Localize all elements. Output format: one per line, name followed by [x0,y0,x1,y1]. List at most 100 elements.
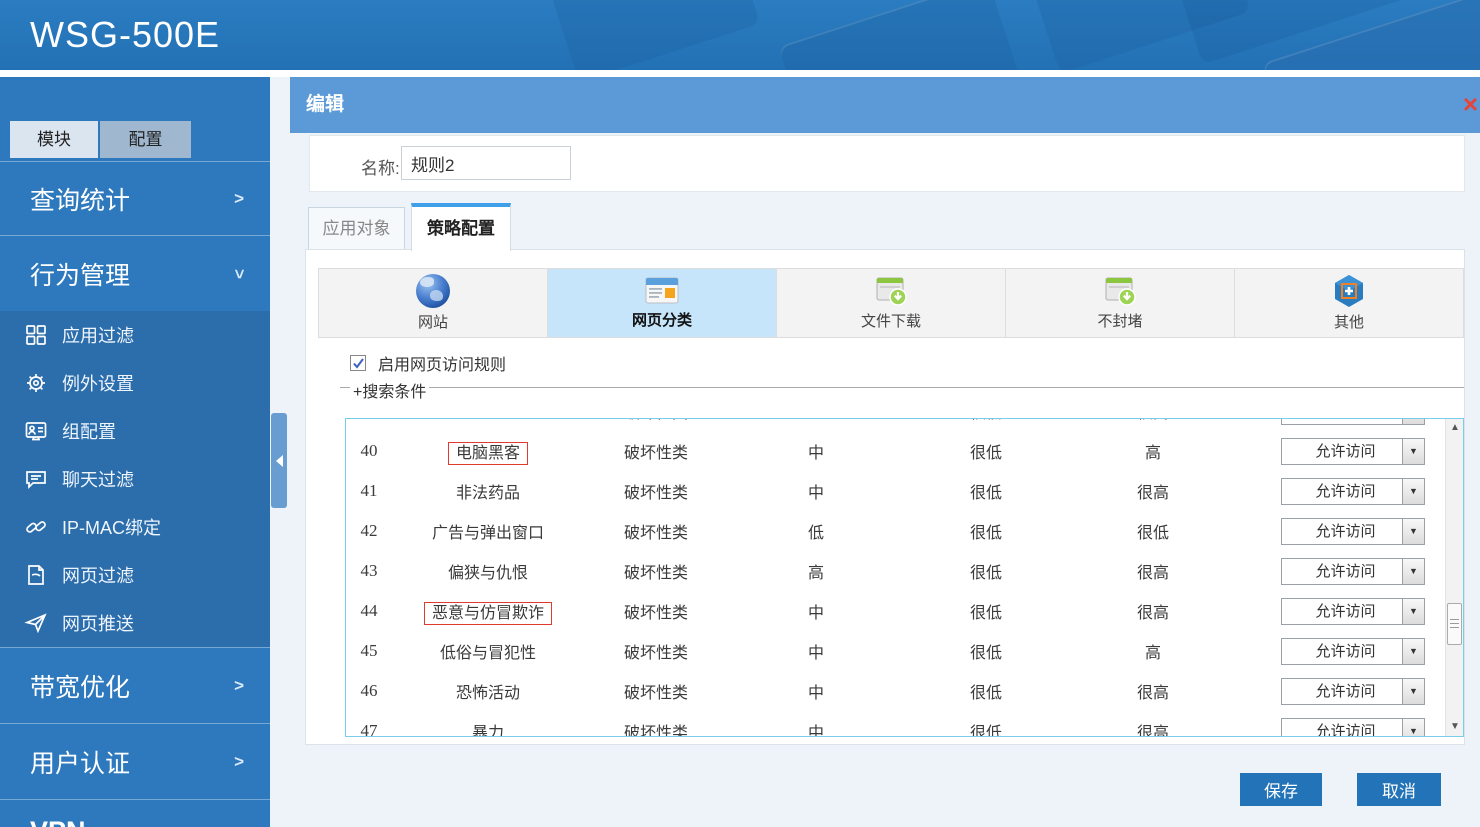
top-banner: WSG-500E [0,0,1480,70]
dropdown-arrow-icon: ▼ [1402,638,1424,664]
sidebar-item-group-config[interactable]: 组配置 [0,407,270,455]
table-row: 43 偏狭与仇恨 破坏性类 高 很低 很高 允许访问 ▼ [346,551,1445,591]
grid-icon [26,325,46,345]
chat-icon [26,471,46,490]
action-dropdown[interactable]: 允许访问▼ [1281,597,1425,625]
table-row: 42 广告与弹出窗口 破坏性类 低 很低 很低 允许访问 ▼ [346,511,1445,551]
icon-tab-no-block[interactable]: 不封堵 [1006,269,1235,337]
send-icon [24,613,47,634]
search-conditions-legend[interactable]: +搜索条件 [350,378,430,402]
globe-icon [416,274,450,308]
id-card-icon [25,422,47,441]
enable-rule-row: 启用网页访问规则 [350,353,507,374]
action-dropdown[interactable]: 允许访问▼ [1281,437,1425,465]
scrollbar-thumb[interactable] [1447,603,1462,645]
enable-rule-checkbox[interactable] [350,355,366,371]
dropdown-arrow-icon: ▼ [1402,598,1424,624]
page-icon [28,565,44,585]
sidebar-item-web-push[interactable]: 网页推送 [0,599,270,647]
enable-rule-label: 启用网页访问规则 [378,357,507,374]
action-dropdown[interactable]: 允许访问▼ [1281,517,1425,545]
category-name-highlighted: 恶意与仿冒欺诈 [423,602,552,625]
dropdown-arrow-icon: ▼ [1402,419,1424,424]
table-row: 47 暴力 破坏性类 中 很低 很高 允许访问 ▼ [346,711,1445,737]
edit-dialog-header: 编辑 × [290,77,1480,133]
table-row: 46 恐怖活动 破坏性类 中 很低 很高 允许访问 ▼ [346,671,1445,711]
chevron-right-icon: > [234,188,244,208]
dropdown-arrow-icon: ▼ [1402,438,1424,464]
table-rows: 破坏性类 很低 很高 允许访问▼ 40 电脑黑客 破坏性类 中 很低 高 允许访… [346,419,1445,737]
tab-module[interactable]: 模块 [10,121,98,158]
gear-icon [27,374,45,392]
icon-tab-website[interactable]: 网站 [319,269,548,337]
action-dropdown[interactable]: 允许访问▼ [1281,557,1425,585]
sidebar-group-user-auth[interactable]: 用户认证 > [0,723,270,799]
wsg-500e-app: WSG-500E 模块 配置 查询统计 > 行为管理 > 应用过滤 例外设置 组… [0,0,1480,827]
scroll-down-icon[interactable]: ▼ [1446,718,1463,736]
dropdown-arrow-icon: ▼ [1402,518,1424,544]
fieldset-line [340,387,1464,388]
link-icon [26,521,46,533]
search-conditions-fieldset: +搜索条件 [340,376,1464,402]
icon-tab-other[interactable]: 其他 [1235,269,1463,337]
tab-config[interactable]: 配置 [100,121,191,158]
sidebar-collapse-handle[interactable] [271,413,287,508]
sidebar-item-chat-filter[interactable]: 聊天过滤 [0,455,270,503]
category-name: 非法药品 [455,485,520,502]
category-icon-tabs: 网站 网页分类 文件下载 不封堵 其他 [318,268,1464,338]
sidebar-item-app-filter[interactable]: 应用过滤 [0,311,270,359]
category-name: 恐怖活动 [455,685,520,702]
no-block-icon [1105,277,1136,306]
chevron-left-icon [275,454,283,467]
category-name-highlighted: 电脑黑客 [447,442,528,465]
dropdown-arrow-icon: ▼ [1402,678,1424,704]
chevron-right-icon: > [234,751,244,771]
action-dropdown[interactable]: 允许访问▼ [1281,637,1425,665]
save-button[interactable]: 保存 [1240,773,1322,806]
table-scrollbar[interactable]: ▲ ▼ [1445,419,1463,736]
rule-name-input[interactable] [401,146,571,180]
check-icon [353,358,364,369]
category-name: 暴力 [471,725,504,737]
scroll-up-icon[interactable]: ▲ [1446,419,1463,437]
action-dropdown[interactable]: 允许访问▼ [1281,477,1425,505]
webpage-category-icon [645,277,679,304]
category-name: 偏狭与仇恨 [447,565,528,582]
table-row: 40 电脑黑客 破坏性类 中 很低 高 允许访问 ▼ [346,431,1445,471]
category-name: 广告与弹出窗口 [431,525,544,542]
tab-apply-objects[interactable]: 应用对象 [308,207,405,250]
action-dropdown[interactable]: 允许访问▼ [1281,677,1425,705]
table-row: 41 非法药品 破坏性类 中 很低 很高 允许访问 ▼ [346,471,1445,511]
chevron-right-icon: > [234,675,244,695]
sidebar-group-vpn[interactable]: VPN [0,799,270,827]
sidebar-item-ip-mac-binding[interactable]: IP-MAC绑定 [0,503,270,551]
icon-tab-file-download[interactable]: 文件下载 [777,269,1006,337]
dropdown-arrow-icon: ▼ [1402,478,1424,504]
tab-policy-config[interactable]: 策略配置 [411,203,511,251]
category-name: 低俗与冒犯性 [439,645,536,662]
table-row: 破坏性类 很低 很高 允许访问▼ [346,419,1445,431]
name-label: 名称: [361,159,400,178]
other-hexagon-icon [1335,275,1363,307]
action-dropdown[interactable]: 允许访问▼ [1281,419,1425,425]
close-icon[interactable]: × [1463,91,1478,117]
behavior-submenu: 应用过滤 例外设置 组配置 聊天过滤 IP-MAC绑定 网页过滤 网页推送 [0,311,270,647]
dropdown-arrow-icon: ▼ [1402,718,1424,736]
sidebar-group-query-stats[interactable]: 查询统计 > [0,161,270,235]
action-dropdown[interactable]: 允许访问▼ [1281,717,1425,736]
sidebar-tabs: 模块 配置 [10,121,193,158]
file-download-icon [876,277,907,306]
cancel-button[interactable]: 取消 [1357,773,1441,806]
sidebar-group-bandwidth[interactable]: 带宽优化 > [0,647,270,723]
sidebar: 模块 配置 查询统计 > 行为管理 > 应用过滤 例外设置 组配置 聊天过滤 I… [0,77,270,827]
sidebar-group-behavior-mgmt[interactable]: 行为管理 > [0,235,270,311]
dropdown-arrow-icon: ▼ [1402,558,1424,584]
category-table: 破坏性类 很低 很高 允许访问▼ 40 电脑黑客 破坏性类 中 很低 高 允许访… [345,418,1464,737]
sidebar-item-exception-settings[interactable]: 例外设置 [0,359,270,407]
table-row: 44 恶意与仿冒欺诈 破坏性类 中 很低 很高 允许访问 ▼ [346,591,1445,631]
icon-tab-web-category[interactable]: 网页分类 [548,269,777,337]
banner-divider [0,70,1480,77]
sidebar-item-web-filter[interactable]: 网页过滤 [0,551,270,599]
app-title: WSG-500E [30,14,221,55]
chevron-down-icon: > [230,268,250,279]
